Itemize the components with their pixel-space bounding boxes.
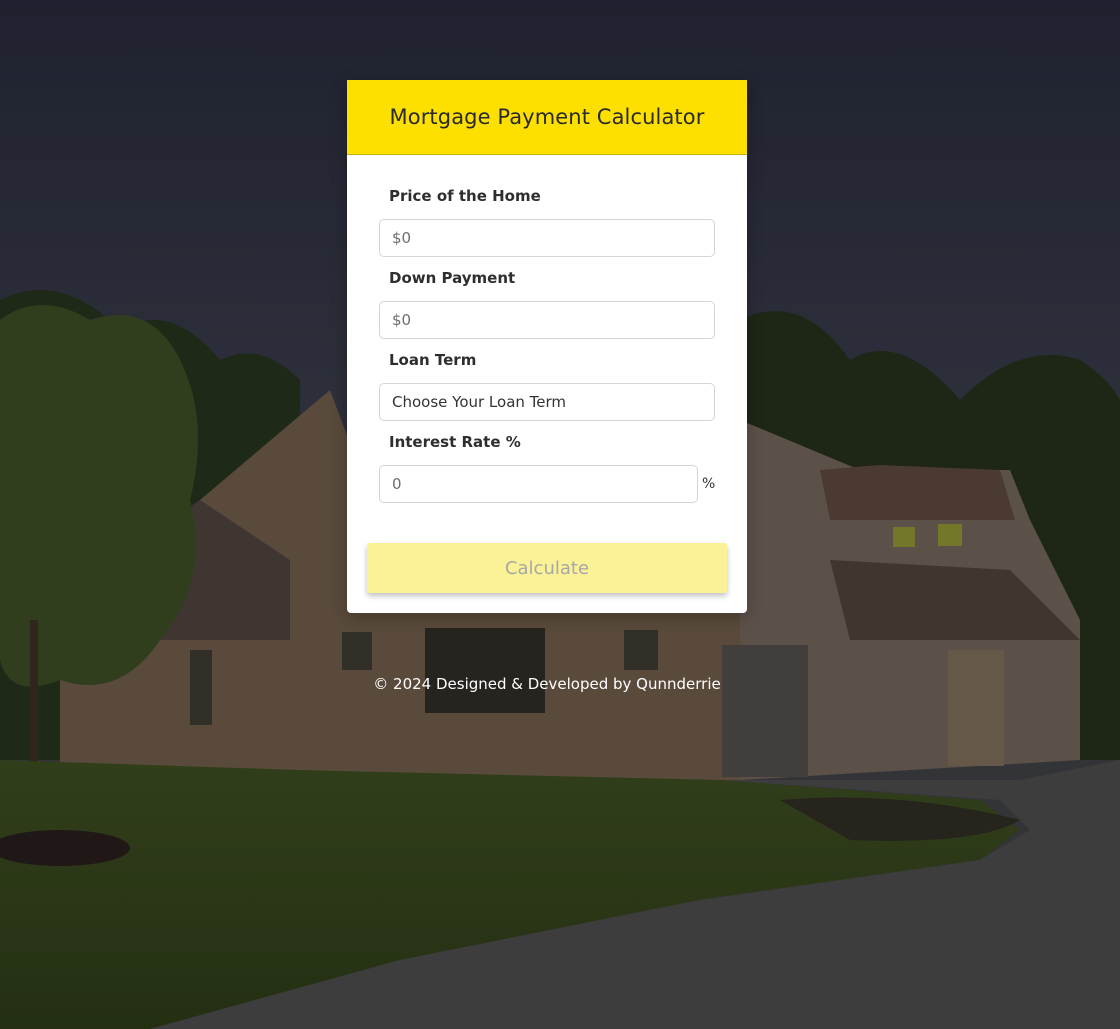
footer-credit: © 2024 Designed & Developed by Qunnderri… (373, 675, 721, 693)
interest-rate-input[interactable] (379, 465, 698, 503)
interest-rate-label: Interest Rate % (389, 433, 521, 451)
loan-term-label: Loan Term (389, 351, 477, 369)
loan-term-select[interactable]: Choose Your Loan Term (379, 383, 715, 421)
card-header: Mortgage Payment Calculator (347, 80, 747, 155)
loan-term-selected-value: Choose Your Loan Term (392, 393, 567, 411)
page-title: Mortgage Payment Calculator (389, 105, 705, 129)
calculate-button[interactable]: Calculate (367, 543, 727, 593)
down-payment-label: Down Payment (389, 269, 516, 287)
price-input[interactable] (379, 219, 715, 257)
down-payment-input[interactable] (379, 301, 715, 339)
calculator-card: Mortgage Payment Calculator Price of the… (347, 80, 747, 613)
percent-suffix: % (702, 476, 716, 492)
price-label: Price of the Home (389, 187, 541, 205)
